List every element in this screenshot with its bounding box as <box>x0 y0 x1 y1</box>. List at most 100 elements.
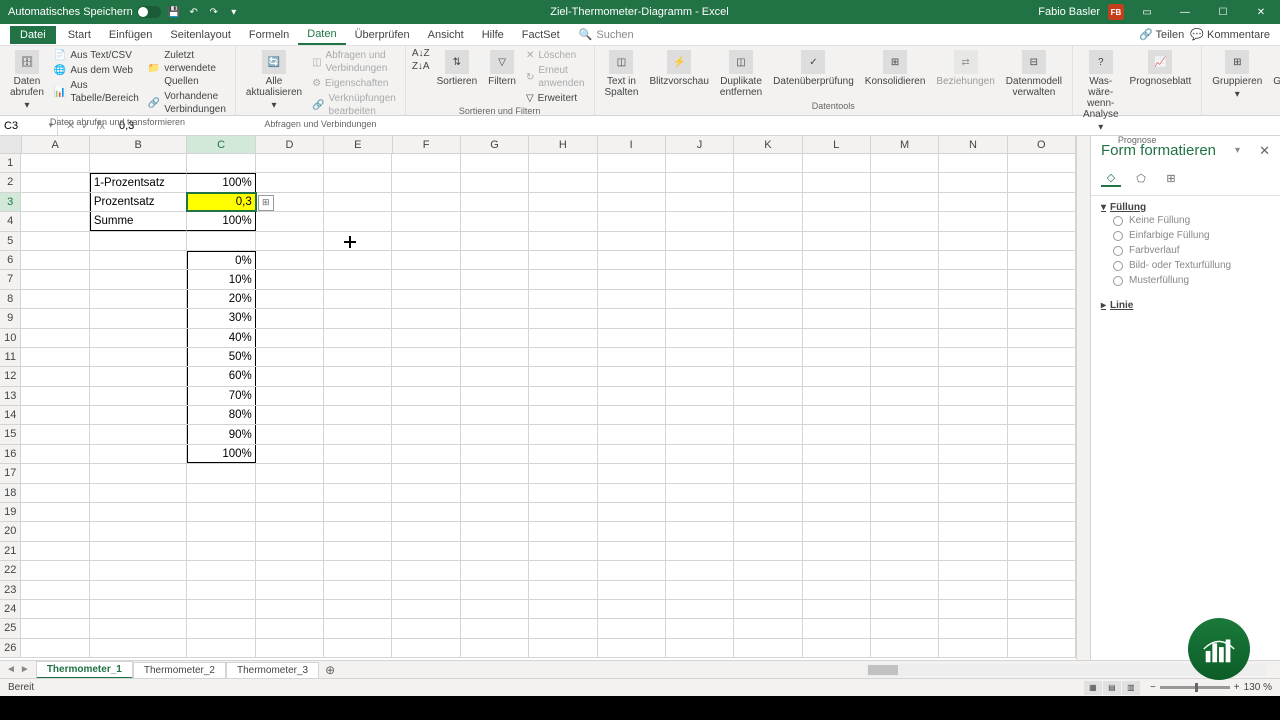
menu-review[interactable]: Überprüfen <box>346 26 419 44</box>
refresh-all-button[interactable]: 🔄 Alle aktualisieren▾ <box>242 48 306 113</box>
cell-b4[interactable]: Summe <box>90 212 188 230</box>
col-header-g[interactable]: G <box>461 136 529 153</box>
grid-rows[interactable]: 1 21-Prozentsatz100% 3Prozentsatz0,3⊞ 4S… <box>0 154 1076 660</box>
normal-view-icon[interactable]: ▦ <box>1084 681 1102 695</box>
col-header-o[interactable]: O <box>1008 136 1076 153</box>
menu-insert[interactable]: Einfügen <box>100 26 161 44</box>
col-header-l[interactable]: L <box>803 136 871 153</box>
col-header-d[interactable]: D <box>256 136 324 153</box>
shape-fill-tab-icon[interactable]: ◇ <box>1101 169 1121 187</box>
cell-c2[interactable]: 100% <box>187 173 255 191</box>
queries-connections[interactable]: ◫Abfragen und Verbindungen <box>309 48 399 76</box>
fill-pattern[interactable]: Musterfüllung <box>1101 273 1270 288</box>
cell-c14[interactable]: 80% <box>187 406 255 424</box>
cell-c10[interactable]: 40% <box>187 329 255 347</box>
cell-c13[interactable]: 70% <box>187 387 255 405</box>
existing-connections[interactable]: 🔗Vorhandene Verbindungen <box>145 89 229 117</box>
ungroup-button[interactable]: ⊟Gruppierung aufheben▾ <box>1269 48 1280 113</box>
from-table[interactable]: 📊Aus Tabelle/Bereich <box>51 78 142 106</box>
fill-gradient[interactable]: Farbverlauf <box>1101 243 1270 258</box>
manage-datamodel[interactable]: ⊟Datenmodell verwalten <box>1002 48 1066 100</box>
zoom-in-icon[interactable]: + <box>1234 682 1240 693</box>
col-header-f[interactable]: F <box>393 136 461 153</box>
menu-data[interactable]: Daten <box>298 25 345 45</box>
pane-close-button[interactable]: ✕ <box>1259 143 1270 159</box>
col-header-m[interactable]: M <box>871 136 939 153</box>
user-avatar[interactable]: FB <box>1108 4 1124 20</box>
shape-size-tab-icon[interactable]: ⊞ <box>1161 169 1181 187</box>
vertical-scrollbar[interactable] <box>1076 136 1090 660</box>
data-validation[interactable]: ✓Datenüberprüfung <box>769 48 858 89</box>
sheet-tab-1[interactable]: Thermometer_1 <box>36 661 133 679</box>
fill-none[interactable]: Keine Füllung <box>1101 213 1270 228</box>
tab-nav-first-icon[interactable]: ◄ <box>6 664 16 675</box>
menu-file[interactable]: Datei <box>10 26 56 44</box>
advanced-filter[interactable]: ▽Erweitert <box>523 91 588 106</box>
add-sheet-button[interactable]: ⊕ <box>319 663 341 677</box>
cell-c7[interactable]: 10% <box>187 270 255 288</box>
qat-dropdown-icon[interactable]: ▾ <box>227 5 241 19</box>
pagebreak-view-icon[interactable]: ▥ <box>1122 681 1140 695</box>
col-header-h[interactable]: H <box>529 136 597 153</box>
autosave-toggle[interactable]: Automatisches Speichern <box>8 6 161 18</box>
cell-c3[interactable]: 0,3 <box>187 193 255 211</box>
cell-c11[interactable]: 50% <box>187 348 255 366</box>
shape-effects-tab-icon[interactable]: ⬠ <box>1131 169 1151 187</box>
forecast-sheet[interactable]: 📈Prognoseblatt <box>1126 48 1196 89</box>
from-web[interactable]: 🌐Aus dem Web <box>51 63 142 78</box>
cell-c4[interactable]: 100% <box>187 212 255 230</box>
text-to-columns[interactable]: ◫Text in Spalten <box>601 48 643 100</box>
col-header-a[interactable]: A <box>22 136 90 153</box>
fill-picture[interactable]: Bild- oder Texturfüllung <box>1101 258 1270 273</box>
quick-analysis-icon[interactable]: ⊞ <box>258 195 274 211</box>
cell-c6[interactable]: 0% <box>187 251 255 269</box>
ribbon-mode-icon[interactable]: ▭ <box>1132 0 1162 24</box>
select-all-corner[interactable] <box>0 136 22 153</box>
col-header-c[interactable]: C <box>187 136 255 153</box>
get-data-button[interactable]: 🗄 Daten abrufen▾ <box>6 48 48 113</box>
pane-dropdown-icon[interactable]: ▾ <box>1235 145 1240 156</box>
relationships[interactable]: ⇄Beziehungen <box>932 48 998 89</box>
line-section[interactable]: ▸ Linie <box>1101 300 1270 311</box>
menu-start[interactable]: Start <box>59 26 100 44</box>
group-button[interactable]: ⊞Gruppieren▾ <box>1208 48 1266 102</box>
col-header-k[interactable]: K <box>734 136 802 153</box>
sheet-tab-3[interactable]: Thermometer_3 <box>226 662 319 678</box>
tab-nav-last-icon[interactable]: ► <box>20 664 30 675</box>
sheet-tab-2[interactable]: Thermometer_2 <box>133 662 226 678</box>
save-icon[interactable]: 💾 <box>167 5 181 19</box>
redo-icon[interactable]: ↷ <box>207 5 221 19</box>
undo-icon[interactable]: ↶ <box>187 5 201 19</box>
cell-c8[interactable]: 20% <box>187 290 255 308</box>
col-header-j[interactable]: J <box>666 136 734 153</box>
zoom-out-icon[interactable]: − <box>1150 682 1156 693</box>
cell-c16[interactable]: 100% <box>187 445 255 463</box>
zoom-level[interactable]: 130 % <box>1244 682 1272 693</box>
col-header-i[interactable]: I <box>598 136 666 153</box>
zoom-slider[interactable] <box>1160 686 1230 689</box>
sort-button[interactable]: ⇅ Sortieren <box>433 48 482 89</box>
fill-solid[interactable]: Einfarbige Füllung <box>1101 228 1270 243</box>
maximize-button[interactable]: ☐ <box>1208 0 1238 24</box>
menu-view[interactable]: Ansicht <box>419 26 473 44</box>
pagelayout-view-icon[interactable]: ▤ <box>1103 681 1121 695</box>
share-button[interactable]: 🔗 Teilen <box>1139 28 1184 41</box>
menu-factset[interactable]: FactSet <box>513 26 569 44</box>
sort-desc-icon[interactable]: Z↓A <box>412 61 430 72</box>
cell-c12[interactable]: 60% <box>187 367 255 385</box>
col-header-n[interactable]: N <box>939 136 1007 153</box>
recent-sources[interactable]: 📁Zuletzt verwendete Quellen <box>145 48 229 89</box>
from-text-csv[interactable]: 📄Aus Text/CSV <box>51 48 142 63</box>
comments-button[interactable]: 💬 Kommentare <box>1190 28 1270 41</box>
col-header-b[interactable]: B <box>90 136 188 153</box>
flash-fill[interactable]: ⚡Blitzvorschau <box>645 48 712 89</box>
search-box[interactable]: 🔍 Suchen <box>579 28 634 41</box>
filter-button[interactable]: ▽ Filtern <box>484 48 520 89</box>
cell-c15[interactable]: 90% <box>187 425 255 443</box>
menu-formulas[interactable]: Formeln <box>240 26 298 44</box>
what-if[interactable]: ?Was-wäre-wenn-Analyse▾ <box>1079 48 1123 135</box>
consolidate[interactable]: ⊞Konsolidieren <box>861 48 930 89</box>
menu-pagelayout[interactable]: Seitenlayout <box>161 26 240 44</box>
cell-b3[interactable]: Prozentsatz <box>90 193 188 211</box>
close-button[interactable]: ✕ <box>1246 0 1276 24</box>
